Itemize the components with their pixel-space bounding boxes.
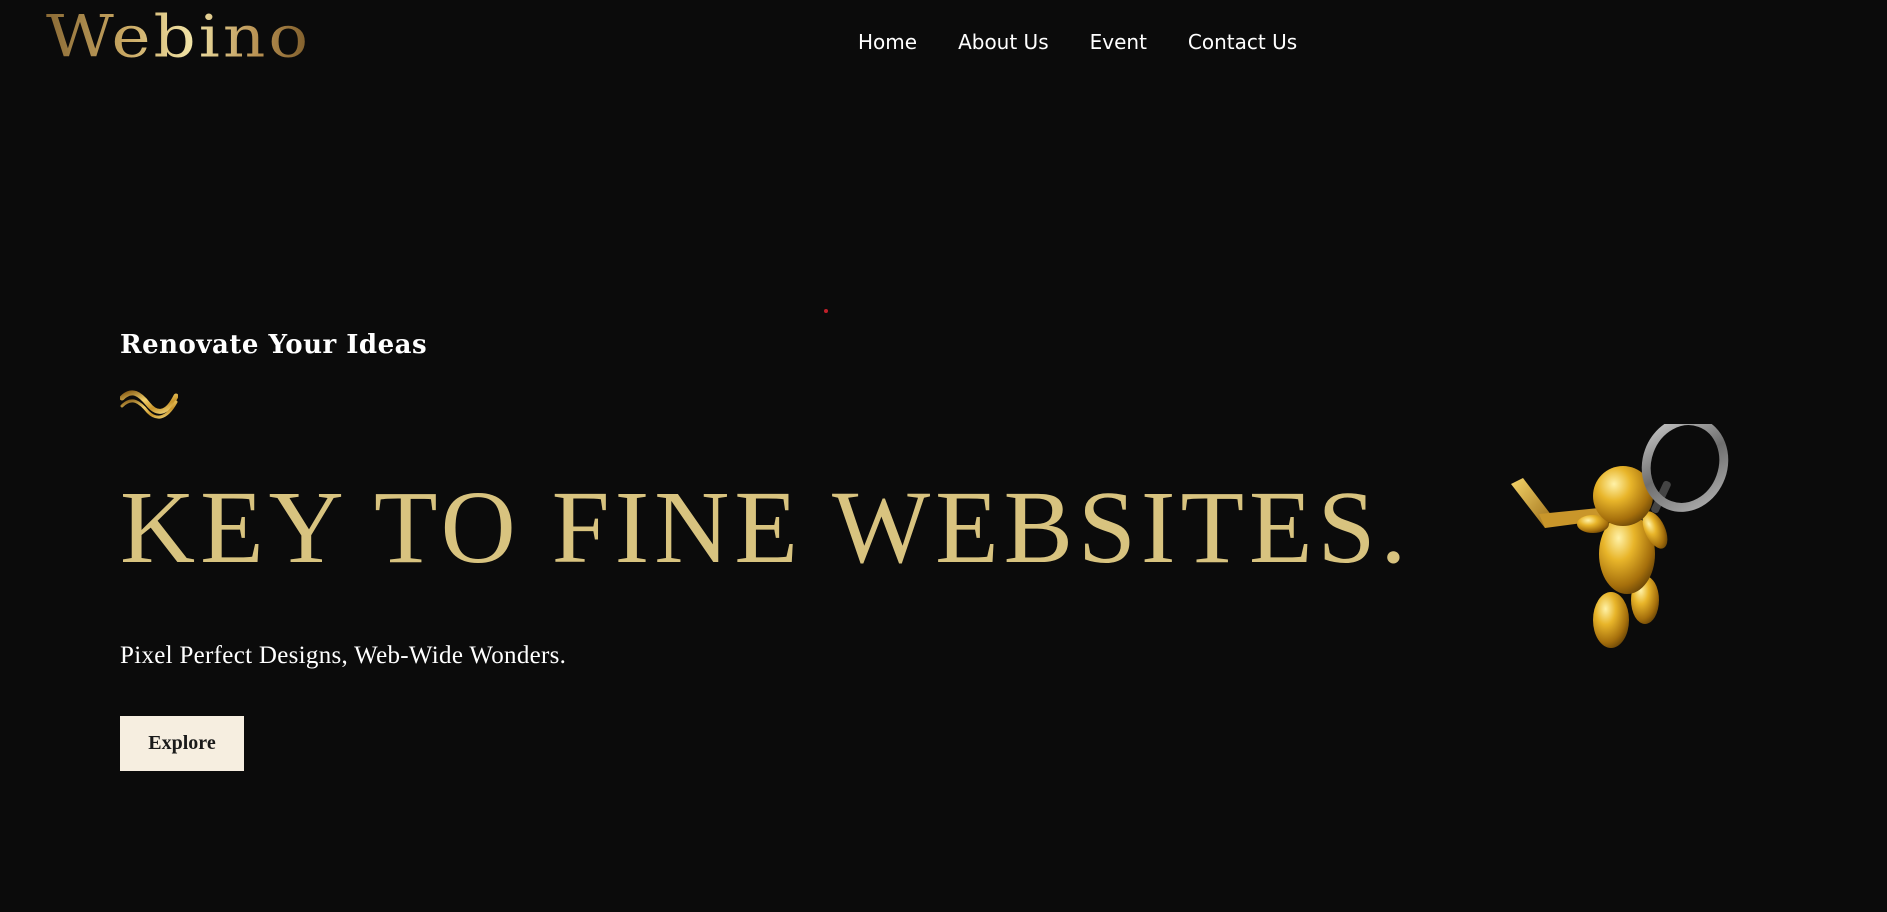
hero-headline: KEY TO FINE WEBSITES. [120, 470, 1412, 585]
site-logo[interactable]: Webino [46, 2, 311, 72]
landing-page: Webino Home About Us Event Contact Us Re… [0, 0, 1887, 912]
gold-wave-icon [120, 390, 178, 419]
hero-tagline: Pixel Perfect Designs, Web-Wide Wonders. [120, 642, 567, 669]
hero-eyebrow: Renovate Your Ideas [120, 330, 428, 360]
gold-figure-illustration [1511, 424, 1729, 648]
cursor-dot [824, 309, 828, 313]
nav-item-home[interactable]: Home [858, 28, 917, 56]
nav-item-event[interactable]: Event [1090, 28, 1147, 56]
explore-button[interactable]: Explore [120, 716, 244, 771]
main-nav: Home About Us Event Contact Us [858, 28, 1338, 56]
nav-item-contact-us[interactable]: Contact Us [1188, 28, 1297, 56]
nav-item-about-us[interactable]: About Us [958, 28, 1049, 56]
